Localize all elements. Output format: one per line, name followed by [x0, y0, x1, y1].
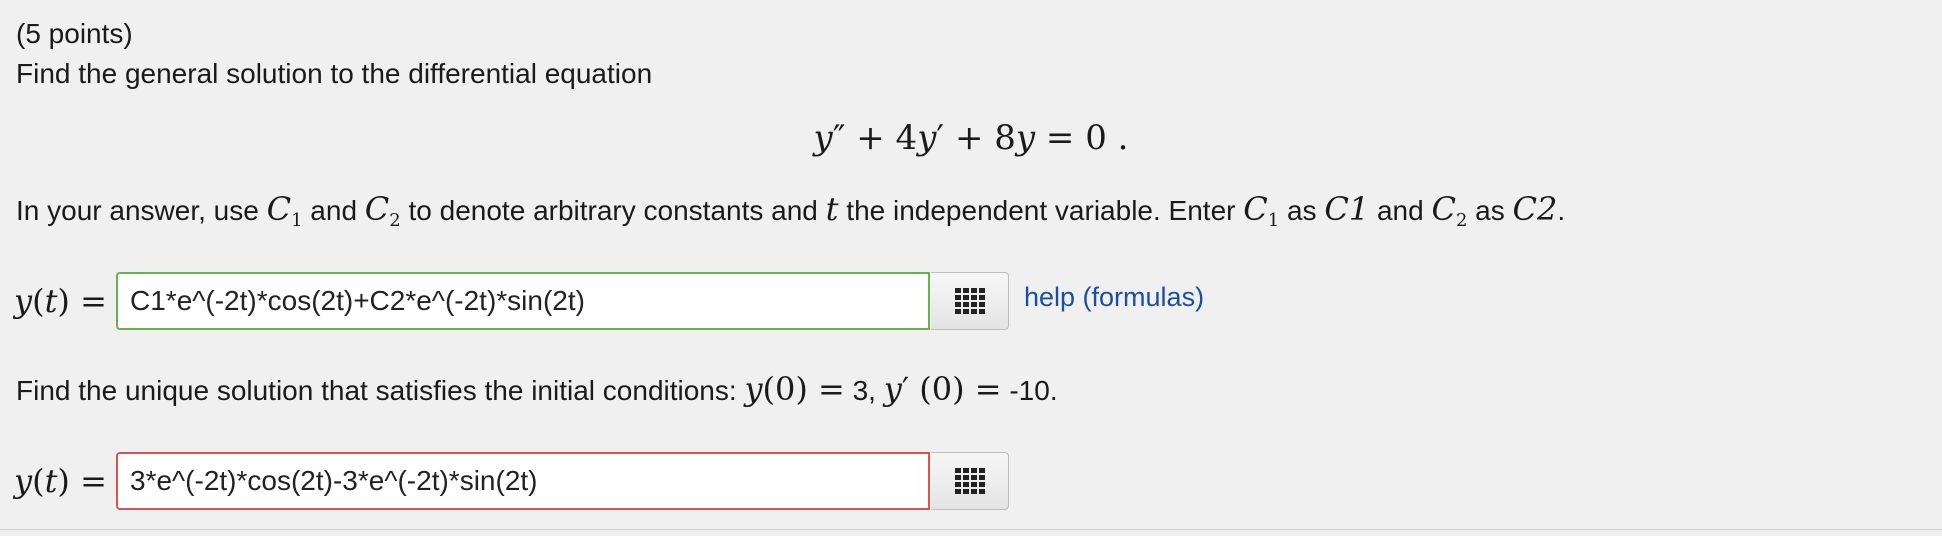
differential-equation: y″ + 4y′ + 8y = 0 .: [0, 118, 1942, 158]
equation-editor-button[interactable]: [931, 272, 1009, 330]
initial-value-yprime0: -10.: [1001, 375, 1058, 406]
initial-value-y0: 3,: [844, 375, 884, 406]
points-label: (5 points): [16, 18, 133, 49]
instr-c2: C2: [364, 190, 401, 231]
eq-double-prime: ″: [832, 118, 846, 158]
eq-coef-2: 8: [994, 118, 1016, 158]
instr-c1-code: C1: [1324, 190, 1370, 228]
eq-equals-zero: = 0 .: [1035, 118, 1129, 158]
instr-c1-b: C1: [1243, 190, 1280, 231]
problem-prompt: Find the general solution to the differe…: [16, 58, 653, 89]
general-solution-input[interactable]: C1*e^(-2t)*cos(2t)+C2*e^(-2t)*sin(2t): [116, 272, 930, 330]
instr-text-8: .: [1557, 195, 1566, 226]
eq-y: y: [813, 118, 833, 158]
eq-plus-1: +: [845, 118, 896, 158]
instr-text-1: In your answer, use: [16, 195, 267, 226]
grid-icon: [955, 468, 985, 496]
initial-condition-yprime0: y′ (0) =: [883, 370, 1002, 408]
eq-prime: ′: [936, 118, 945, 158]
eq-y-1: y: [917, 118, 937, 158]
instr-text-5: as: [1279, 195, 1325, 226]
unique-solution-prompt: Find the unique solution that satisfies …: [16, 370, 1058, 408]
eq-coef-1: 4: [895, 118, 918, 158]
instr-text-6: and: [1369, 195, 1432, 226]
unique-solution-input[interactable]: 3*e^(-2t)*cos(2t)-3*e^(-2t)*sin(2t): [116, 452, 930, 510]
help-formulas-link[interactable]: help (formulas): [1024, 282, 1204, 313]
instr-text-3: to denote arbitrary constants and: [400, 195, 826, 226]
instr-text-2: and: [302, 195, 365, 226]
unique-text: Find the unique solution that satisfies …: [16, 375, 745, 406]
unique-answer-label: y(t) =: [14, 462, 107, 500]
grid-icon: [955, 288, 985, 316]
instr-c2-code: C2: [1512, 190, 1558, 228]
instr-text-4: the independent variable. Enter: [838, 195, 1244, 226]
general-answer-label: y(t) =: [14, 282, 107, 320]
equation-editor-button-2[interactable]: [931, 452, 1009, 510]
instr-t-var: t: [825, 190, 839, 228]
instr-c1: C1: [266, 190, 303, 231]
instructions: In your answer, use C1 and C2 to denote …: [16, 190, 1566, 231]
instr-c2-b: C2: [1431, 190, 1468, 231]
eq-y-2: y: [1015, 118, 1036, 158]
instr-text-7: as: [1467, 195, 1513, 226]
bottom-divider: [0, 529, 1942, 530]
eq-plus-2: +: [944, 118, 995, 158]
initial-condition-y0: y(0) =: [744, 370, 845, 408]
